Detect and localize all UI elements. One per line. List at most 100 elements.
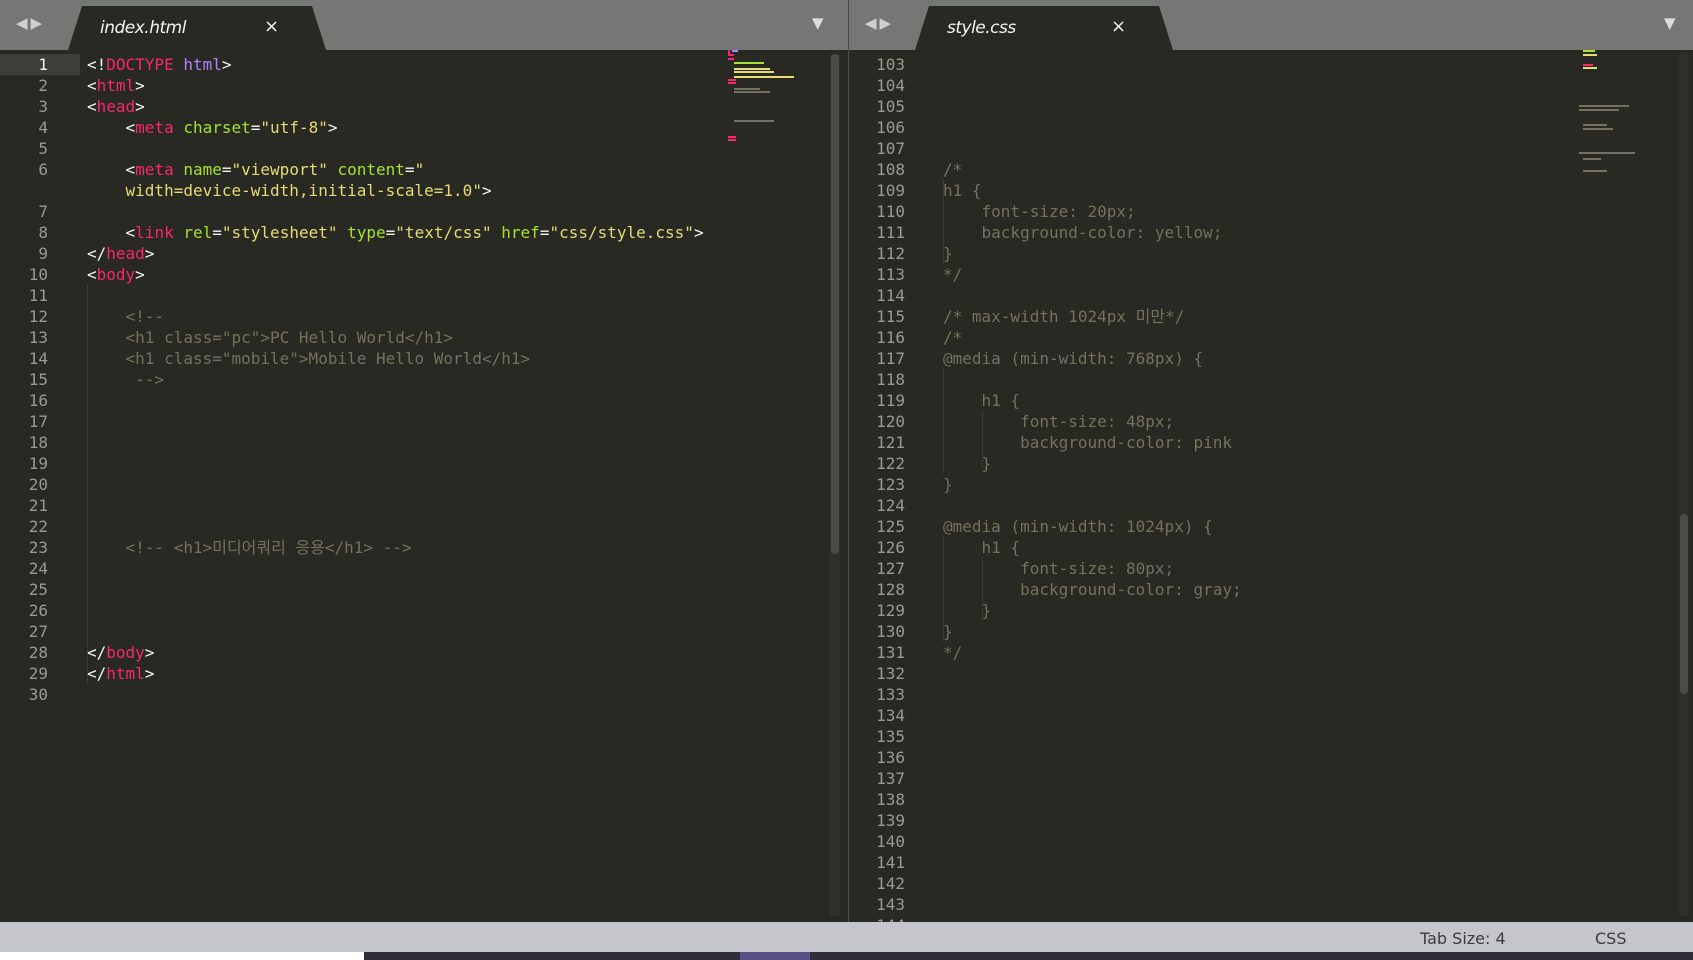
code-token: meta — [135, 160, 174, 179]
code-token: head — [106, 244, 145, 263]
code-token: > — [221, 55, 232, 74]
code-line: h1 { — [943, 180, 982, 201]
line-number: 112 — [876, 244, 905, 263]
code-token: < — [87, 265, 97, 284]
code-token: <!-- <h1>미디어쿼리 응용</h1> --> — [87, 538, 412, 557]
right-scrollbar-thumb[interactable] — [1680, 514, 1688, 694]
close-tab-icon[interactable]: × — [1111, 16, 1126, 37]
code-token: = — [250, 118, 261, 137]
left-code-editor[interactable]: 1 <!DOCTYPE html> 2 <html> 3 <head> 4 <meta ch… — [0, 50, 848, 922]
code-token: </ — [87, 643, 107, 662]
code-token: background-color: gray; — [943, 580, 1242, 599]
code-token: > — [327, 118, 338, 137]
left-scrollbar[interactable] — [830, 54, 840, 916]
line-number: 144 — [849, 915, 905, 922]
code-token: href — [501, 223, 540, 242]
right-next-tab-icon[interactable]: ▶ — [880, 14, 895, 32]
left-tab-menu-icon[interactable]: ▼ — [812, 14, 824, 32]
code-token: = — [539, 223, 550, 242]
code-token: "css/style.css" — [549, 223, 694, 242]
code-token: width=device-width,initial-scale=1.0" — [87, 181, 482, 200]
code-token: = — [221, 160, 232, 179]
code-token: font-size: 48px; — [943, 412, 1175, 431]
line-number: 122 — [876, 454, 905, 473]
line-number: 129 — [876, 601, 905, 620]
code-line: <!-- <h1>미디어쿼리 응용</h1> --> — [87, 537, 412, 558]
indent-guide — [87, 285, 88, 684]
code-token: @media (min-width: 768px) { — [943, 349, 1204, 368]
left-minimap[interactable] — [728, 50, 824, 210]
left-scrollbar-thumb[interactable] — [831, 54, 839, 554]
code-token: > — [693, 223, 704, 242]
code-token: "utf-8" — [260, 118, 328, 137]
line-number: 27 — [28, 622, 48, 641]
code-token: " — [414, 160, 425, 179]
indent-guide — [982, 411, 983, 474]
left-prev-tab-icon[interactable]: ◀ — [16, 14, 31, 32]
line-number: 104 — [876, 76, 905, 95]
code-token: < — [87, 97, 97, 116]
right-minimap[interactable] — [1579, 50, 1675, 210]
code-token: </ — [87, 664, 107, 683]
line-number: 136 — [876, 748, 905, 767]
code-token: /* — [943, 160, 963, 179]
line-number: 1 — [38, 55, 48, 74]
code-token: font-size: 80px; — [943, 559, 1175, 578]
line-number: 116 — [876, 328, 905, 347]
code-token: } — [943, 601, 992, 620]
indent-guide — [943, 180, 944, 264]
left-editor-pane: ◀▶ index.html × ▼ 1 <!DOCTYPE html> 2 <h… — [0, 0, 848, 922]
right-scrollbar[interactable] — [1679, 54, 1689, 916]
close-tab-icon[interactable]: × — [264, 16, 279, 37]
line-number: 21 — [28, 496, 48, 515]
code-line: <head> — [87, 96, 145, 117]
line-number: 127 — [876, 559, 905, 578]
tab-size-indicator[interactable]: Tab Size: 4 — [1420, 929, 1506, 948]
tab-style-css[interactable]: style.css × — [915, 6, 1173, 50]
line-number: 118 — [876, 370, 905, 389]
line-number: 22 — [28, 517, 48, 536]
code-line: background-color: pink — [943, 432, 1232, 453]
code-line: </html> — [87, 663, 154, 684]
line-number: 17 — [28, 412, 48, 431]
taskbar-segment — [364, 952, 1693, 960]
code-line: </body> — [87, 642, 154, 663]
code-line: */ — [943, 642, 962, 663]
left-tab-nav: ◀▶ — [16, 14, 45, 32]
status-bar: Tab Size: 4 CSS — [0, 922, 1693, 952]
line-number: 120 — [876, 412, 905, 431]
code-line: <meta name="viewport" content=" — [87, 159, 425, 180]
syntax-indicator[interactable]: CSS — [1595, 929, 1626, 948]
line-number: 103 — [876, 55, 905, 74]
line-number: 106 — [876, 118, 905, 137]
line-number: 139 — [876, 811, 905, 830]
left-next-tab-icon[interactable]: ▶ — [31, 14, 46, 32]
code-token: body — [106, 643, 145, 662]
right-tab-menu-icon[interactable]: ▼ — [1664, 14, 1676, 32]
code-line: h1 { — [943, 537, 1021, 558]
line-number: 26 — [28, 601, 48, 620]
line-number: 115 — [876, 307, 905, 326]
line-number: 14 — [28, 349, 48, 368]
code-line: /* — [943, 159, 962, 180]
right-prev-tab-icon[interactable]: ◀ — [865, 14, 880, 32]
code-line: background-color: yellow; — [943, 222, 1223, 243]
line-number: 137 — [876, 769, 905, 788]
right-code-editor[interactable]: 103 104 105 106 107 108 /* 109 h1 {110 font-size… — [849, 50, 1693, 922]
line-number: 114 — [876, 286, 905, 305]
left-tab-bar: ◀▶ index.html × ▼ — [0, 0, 848, 50]
line-number: 23 — [28, 538, 48, 557]
line-number: 141 — [876, 853, 905, 872]
right-tab-nav: ◀▶ — [865, 14, 894, 32]
tab-index-html[interactable]: index.html × — [68, 6, 326, 50]
code-line: /* — [943, 327, 962, 348]
code-line: } — [943, 474, 953, 495]
code-token: } — [943, 475, 953, 494]
code-token: <h1 class="mobile">Mobile Hello World</h… — [87, 349, 531, 368]
code-token: */ — [943, 643, 963, 662]
code-line: <meta charset="utf-8"> — [87, 117, 338, 138]
line-number: 13 — [28, 328, 48, 347]
code-token: h1 { — [943, 181, 982, 200]
code-token: background-color: yellow; — [943, 223, 1223, 242]
